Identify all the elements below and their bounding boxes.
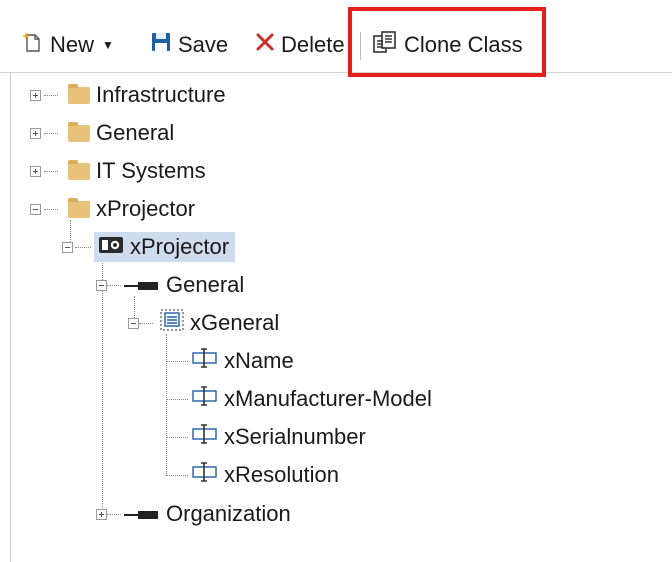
highlight-box [348, 7, 546, 77]
tree-item-label: xResolution [224, 462, 339, 487]
field-icon [192, 348, 218, 374]
folder-icon [68, 197, 90, 218]
tree-item-label: Infrastructure [96, 82, 226, 107]
tree-item-label: General [96, 120, 175, 145]
collapse-toggle-xgeneral[interactable] [128, 318, 139, 329]
folder-icon [68, 121, 90, 142]
new-button-label: New [50, 32, 95, 57]
collapse-toggle-xprojector-folder[interactable] [30, 204, 41, 215]
class-icon [98, 234, 124, 260]
tree-item-xgeneral[interactable]: xGeneral [160, 306, 279, 340]
expand-toggle-infrastructure[interactable] [30, 90, 41, 101]
tree-item-field-xname[interactable]: xName [192, 344, 294, 378]
new-button[interactable]: New ▼ [22, 28, 114, 62]
expand-toggle-general[interactable] [30, 128, 41, 139]
tree-item-xprojector-folder[interactable]: xProjector [68, 192, 195, 226]
tree-item-general[interactable]: General [68, 116, 174, 150]
group-icon [124, 272, 160, 298]
save-button[interactable]: Save [150, 28, 228, 62]
tree-item-label: Organization [166, 501, 291, 526]
expand-toggle-organization[interactable] [96, 509, 107, 520]
field-icon [192, 386, 218, 412]
floppy-disk-icon [150, 31, 172, 59]
tree-item-label: General [166, 272, 245, 297]
toolbar: New ▼ Save Delete Clone Class [0, 0, 672, 77]
tree-item-label: IT Systems [96, 158, 206, 183]
tree-item-xprojector-class[interactable]: xProjector [94, 230, 236, 264]
tree-item-field-xserialnumber[interactable]: xSerialnumber [192, 420, 366, 454]
delete-x-icon [255, 32, 275, 58]
delete-button[interactable]: Delete [255, 28, 349, 62]
tree-item-label: xProjector [96, 196, 196, 221]
new-item-icon [22, 31, 44, 59]
tree-item-general-group[interactable]: General [124, 268, 244, 302]
save-button-label: Save [178, 32, 229, 57]
field-icon [192, 424, 218, 450]
tree-item-field-xresolution[interactable]: xResolution [192, 458, 339, 492]
tree-item-it-systems[interactable]: IT Systems [68, 154, 206, 188]
folder-icon [68, 159, 90, 180]
tree-item-label: xGeneral [190, 310, 280, 335]
collapse-toggle-general-group[interactable] [96, 280, 107, 291]
group-icon [124, 501, 160, 527]
chevron-down-icon[interactable]: ▼ [102, 38, 114, 52]
field-icon [192, 462, 218, 488]
tree-item-label: xName [224, 348, 294, 373]
tree-item-label: xProjector [130, 234, 230, 259]
selected-highlight: xProjector [94, 232, 236, 262]
expand-toggle-it-systems[interactable] [30, 166, 41, 177]
tree-item-infrastructure[interactable]: Infrastructure [68, 78, 226, 112]
folder-icon [68, 83, 90, 104]
tree-item-label: xManufacturer-Model [224, 386, 432, 411]
collapse-toggle-xprojector-class[interactable] [62, 242, 73, 253]
tree-item-field-xmanufacturer-model[interactable]: xManufacturer-Model [192, 382, 432, 416]
tree-item-label: xSerialnumber [224, 424, 366, 449]
delete-button-label: Delete [281, 32, 345, 57]
section-icon [160, 309, 184, 337]
tree-item-organization-group[interactable]: Organization [124, 497, 291, 531]
